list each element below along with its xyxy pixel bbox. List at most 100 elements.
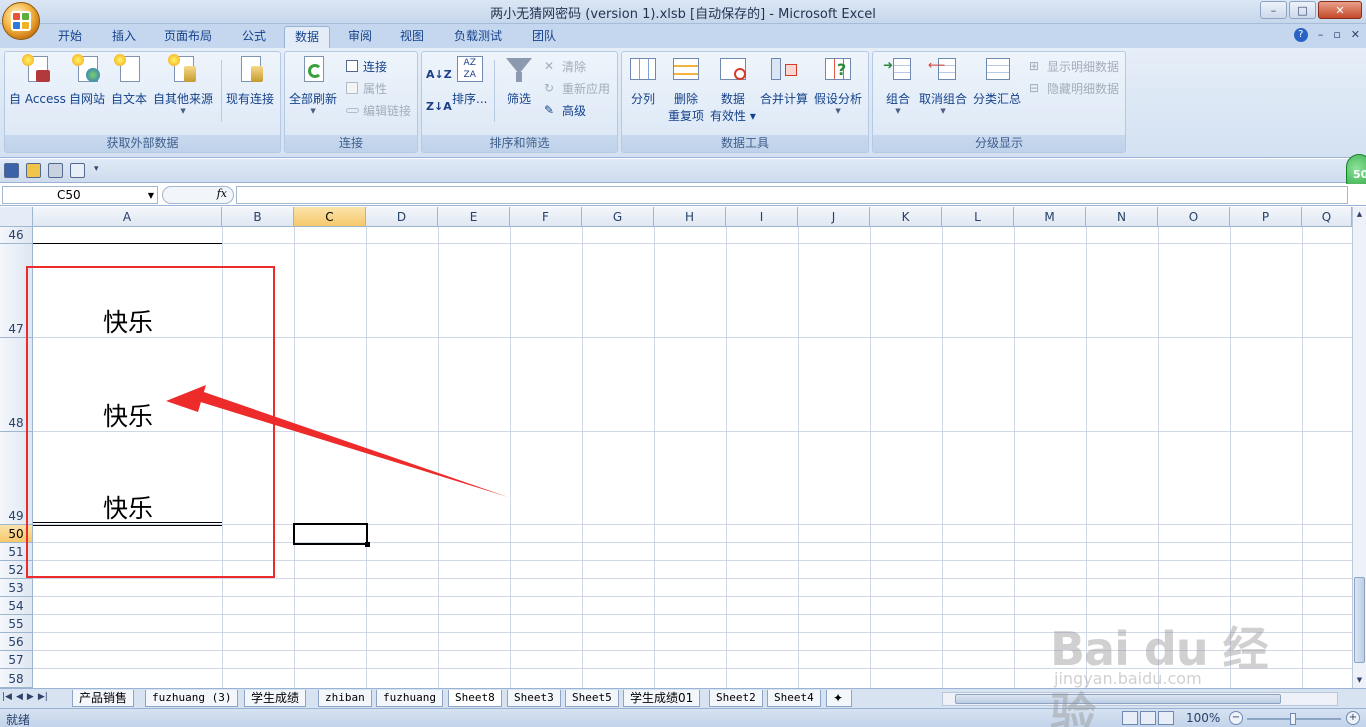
scroll-up-icon[interactable]: ▲ bbox=[1353, 207, 1366, 221]
clear-filter-icon: ✕ bbox=[544, 59, 555, 73]
remove-duplicates-button[interactable]: 删除 重复项 bbox=[668, 54, 704, 124]
prev-sheet-icon[interactable]: ◀ bbox=[16, 692, 23, 702]
sheet-tab-sheet8[interactable]: Sheet8 bbox=[448, 690, 502, 707]
chevron-down-icon[interactable]: ▼ bbox=[148, 188, 154, 204]
minimize-button[interactable]: – bbox=[1260, 1, 1287, 19]
print-icon[interactable] bbox=[48, 163, 63, 178]
sheet-tab-fuzhuang[interactable]: fuzhuang bbox=[376, 690, 443, 707]
sort-dialog-icon: AZ ZA bbox=[455, 54, 485, 84]
first-sheet-icon[interactable]: |◀ bbox=[2, 692, 12, 702]
hide-detail-button[interactable]: ⊟ 隐藏明细数据 bbox=[1029, 80, 1119, 97]
watermark: Bai du 经验 jingyan.baidu.com bbox=[1044, 585, 1294, 727]
sheet-navigation: |◀ ◀ ▶ ▶| bbox=[2, 692, 48, 702]
existing-connections-icon bbox=[235, 54, 265, 84]
help-icon[interactable]: ? bbox=[1293, 28, 1308, 42]
zoom-in-icon[interactable]: + bbox=[1346, 711, 1360, 725]
customize-qat-icon[interactable]: ▾ bbox=[94, 164, 99, 174]
tab-formulas[interactable]: 公式 bbox=[232, 26, 276, 48]
tab-insert[interactable]: 插入 bbox=[102, 26, 146, 48]
sheet-tab-sheet4[interactable]: Sheet4 bbox=[767, 690, 821, 707]
properties-button[interactable]: 属性 bbox=[345, 80, 387, 97]
ribbon-restore-button[interactable]: ▫ bbox=[1333, 28, 1340, 42]
save-icon[interactable] bbox=[4, 163, 19, 178]
open-folder-icon[interactable] bbox=[26, 163, 41, 178]
group-button[interactable]: ➜ 组合 ▼ bbox=[883, 54, 913, 115]
sheet-tab-product-sales[interactable]: 产品销售 bbox=[72, 690, 135, 707]
sheet-tab-fuzhuang-3[interactable]: fuzhuang (3) bbox=[145, 690, 239, 707]
chevron-down-icon: ▼ bbox=[895, 107, 901, 115]
reapply-button[interactable]: ↻ 重新应用 bbox=[544, 80, 610, 97]
tab-review[interactable]: 审阅 bbox=[338, 26, 382, 48]
print-preview-icon[interactable] bbox=[70, 163, 85, 178]
reapply-icon: ↻ bbox=[544, 81, 555, 95]
watermark-url: jingyan.baidu.com bbox=[1054, 669, 1202, 688]
sheet-tab-sheet5[interactable]: Sheet5 bbox=[565, 690, 619, 707]
advanced-filter-icon: ✎ bbox=[544, 103, 555, 117]
tab-data[interactable]: 数据 bbox=[284, 26, 331, 48]
tab-page-layout[interactable]: 页面布局 bbox=[154, 26, 222, 48]
formula-bar: C50 ▼ fx bbox=[0, 184, 1366, 206]
scroll-down-icon[interactable]: ▼ bbox=[1353, 673, 1366, 687]
sort-button[interactable]: AZ ZA 排序... bbox=[452, 54, 487, 107]
vertical-scrollbar[interactable]: ▲ ▼ bbox=[1352, 207, 1366, 688]
what-if-analysis-button[interactable]: ? 假设分析 ▼ bbox=[814, 54, 862, 115]
tab-view[interactable]: 视图 bbox=[390, 26, 434, 48]
properties-icon bbox=[345, 81, 360, 96]
next-sheet-icon[interactable]: ▶ bbox=[27, 692, 34, 702]
clear-button[interactable]: ✕ 清除 bbox=[544, 58, 586, 75]
refresh-all-button[interactable]: 全部刷新 ▼ bbox=[289, 54, 337, 115]
formula-input[interactable] bbox=[236, 186, 1348, 204]
tab-team[interactable]: 团队 bbox=[522, 26, 566, 48]
connections-icon bbox=[345, 59, 360, 74]
ungroup-label: 取消组合 bbox=[919, 92, 968, 106]
insert-sheet-icon[interactable]: ✦ bbox=[826, 690, 852, 707]
hide-detail-label: 隐藏明细数据 bbox=[1047, 82, 1120, 96]
sort-az-button[interactable]: A↓Z bbox=[426, 68, 452, 81]
sheet-tab-student-scores-01[interactable]: 学生成绩01 bbox=[623, 690, 701, 707]
connections-button[interactable]: 连接 bbox=[345, 58, 387, 75]
sheet-tab-sheet3[interactable]: Sheet3 bbox=[507, 690, 561, 707]
chevron-down-icon: ▼ bbox=[835, 107, 841, 115]
tab-load-test[interactable]: 负载测试 bbox=[444, 26, 512, 48]
from-text-button[interactable]: 自文本 bbox=[111, 54, 147, 107]
vertical-scroll-thumb[interactable] bbox=[1354, 577, 1365, 663]
from-access-button[interactable]: 自 Access bbox=[9, 54, 66, 107]
data-validation-label-2: 有效性 ▾ bbox=[710, 109, 756, 123]
sheet-tab-zhiban[interactable]: zhiban bbox=[318, 690, 372, 707]
ribbon-minimize-button[interactable]: – bbox=[1318, 28, 1324, 42]
ungroup-button[interactable]: ⟵ 取消组合 ▼ bbox=[919, 54, 967, 115]
sheet-tab-student-scores[interactable]: 学生成绩 bbox=[244, 690, 307, 707]
data-validation-button[interactable]: 数据 有效性 ▾ bbox=[710, 54, 756, 124]
group-data-tools: 分列 删除 重复项 数据 有效性 ▾ 合并计算 ? 假设分析 ▼ 数据工具 bbox=[621, 51, 869, 153]
edit-links-button[interactable]: 编辑链接 bbox=[345, 102, 411, 119]
from-other-sources-button[interactable]: 自其他来源 ▼ bbox=[153, 54, 213, 115]
text-to-columns-button[interactable]: 分列 bbox=[628, 54, 658, 107]
consolidate-button[interactable]: 合并计算 bbox=[760, 54, 808, 107]
existing-connections-button[interactable]: 现有连接 bbox=[226, 54, 274, 107]
subtotal-button[interactable]: 分类汇总 bbox=[973, 54, 1021, 107]
web-icon bbox=[72, 54, 102, 84]
show-detail-button[interactable]: ⊞ 显示明细数据 bbox=[1029, 58, 1119, 75]
filter-button[interactable]: 筛选 bbox=[504, 54, 534, 107]
last-sheet-icon[interactable]: ▶| bbox=[38, 692, 48, 702]
tab-home[interactable]: 开始 bbox=[48, 26, 92, 48]
office-logo-icon bbox=[11, 11, 31, 31]
text-file-icon bbox=[114, 54, 144, 84]
from-web-label: 自网站 bbox=[69, 92, 106, 106]
from-access-label: 自 Access bbox=[9, 92, 66, 106]
name-box-value: C50 bbox=[57, 188, 81, 202]
sort-label: 排序... bbox=[452, 92, 488, 106]
office-button[interactable] bbox=[2, 2, 40, 40]
restore-button[interactable]: □ bbox=[1289, 1, 1316, 19]
sort-za-button[interactable]: Z↓A bbox=[426, 100, 452, 113]
subtotal-label: 分类汇总 bbox=[973, 92, 1022, 106]
close-button[interactable]: ✕ bbox=[1318, 1, 1362, 19]
sheet-tab-sheet2[interactable]: Sheet2 bbox=[709, 690, 763, 707]
from-web-button[interactable]: 自网站 bbox=[69, 54, 105, 107]
ribbon: 自 Access 自网站 自文本 自其他来源 ▼ 现有连接 获取外部数据 全部刷… bbox=[0, 48, 1366, 158]
name-box[interactable]: C50 ▼ bbox=[2, 186, 158, 204]
advanced-filter-button[interactable]: ✎ 高级 bbox=[544, 102, 586, 119]
insert-function-icon[interactable]: fx bbox=[217, 187, 227, 200]
show-detail-label: 显示明细数据 bbox=[1047, 60, 1120, 74]
ribbon-close-button[interactable]: ✕ bbox=[1351, 28, 1360, 42]
